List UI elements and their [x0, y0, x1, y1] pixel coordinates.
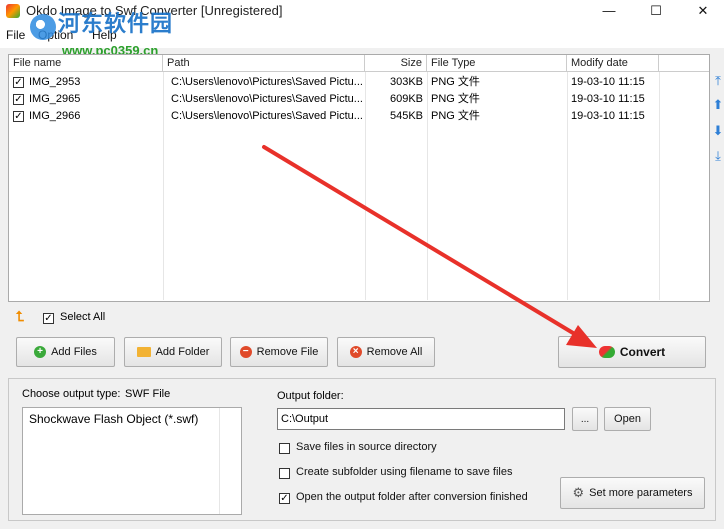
- file-list[interactable]: File name Path Size File Type Modify dat…: [8, 54, 710, 302]
- browse-button[interactable]: ...: [572, 407, 598, 431]
- row-size: 303KB: [389, 76, 423, 88]
- plus-icon: +: [34, 346, 47, 358]
- row-file-type: PNG 文件: [431, 76, 480, 88]
- list-item[interactable]: Shockwave Flash Object (*.swf): [23, 410, 220, 428]
- row-path: C:\Users\lenovo\Pictures\Saved Pictu...: [171, 76, 363, 88]
- open-label: Open: [614, 413, 641, 425]
- column-header-filler: [659, 55, 709, 72]
- open-output-folder-checkbox[interactable]: ✓: [279, 493, 290, 504]
- table-row[interactable]: ✓ IMG_2966 C:\Users\lenovo\Pictures\Save…: [9, 108, 707, 125]
- output-type-option: Shockwave Flash Object (*.swf): [29, 412, 199, 426]
- open-button[interactable]: Open: [604, 407, 651, 431]
- menu-file[interactable]: File: [6, 28, 25, 42]
- row-modify-date: 19-03-10 11:15: [571, 76, 645, 88]
- save-in-source-checkbox[interactable]: [279, 443, 290, 454]
- column-header-path[interactable]: Path: [163, 55, 365, 72]
- minimize-button[interactable]: —: [586, 0, 632, 22]
- table-row[interactable]: ✓ IMG_2965 C:\Users\lenovo\Pictures\Save…: [9, 91, 707, 108]
- add-folder-button[interactable]: Add Folder: [124, 337, 222, 367]
- row-file-name: IMG_2965: [29, 93, 81, 105]
- create-subfolder-checkbox[interactable]: [279, 468, 290, 479]
- row-file-type: PNG 文件: [431, 110, 480, 122]
- row-modify-date: 19-03-10 11:15: [571, 93, 645, 105]
- app-icon: [6, 4, 20, 18]
- move-up-icon[interactable]: ⬆: [712, 98, 724, 112]
- row-file-name: IMG_2953: [29, 76, 81, 88]
- remove-file-button[interactable]: − Remove File: [230, 337, 328, 367]
- remove-all-label: Remove All: [366, 346, 423, 358]
- row-path: C:\Users\lenovo\Pictures\Saved Pictu...: [171, 93, 363, 105]
- folder-icon: [136, 347, 151, 357]
- output-type-label: Choose output type:: [22, 388, 121, 400]
- set-more-parameters-button[interactable]: ⚙ Set more parameters: [560, 477, 705, 509]
- row-size: 609KB: [389, 93, 423, 105]
- convert-icon: [598, 346, 615, 358]
- add-folder-label: Add Folder: [155, 346, 210, 358]
- output-type-list[interactable]: Shockwave Flash Object (*.swf): [22, 407, 242, 515]
- move-top-icon[interactable]: ⤒: [712, 74, 724, 88]
- convert-label: Convert: [619, 345, 666, 359]
- add-files-label: Add Files: [51, 346, 97, 358]
- output-folder-input[interactable]: [277, 408, 565, 430]
- remove-file-label: Remove File: [256, 346, 319, 358]
- minus-icon: −: [239, 346, 252, 358]
- remove-all-icon: ×: [349, 346, 362, 358]
- row-size: 545KB: [389, 110, 423, 122]
- row-modify-date: 19-03-10 11:15: [571, 110, 645, 122]
- select-all-label: Select All: [60, 311, 106, 323]
- remove-all-button[interactable]: × Remove All: [337, 337, 435, 367]
- column-header-type[interactable]: File Type: [427, 55, 567, 72]
- watermark-text: 河东软件园: [58, 11, 174, 36]
- row-checkbox[interactable]: ✓: [13, 77, 24, 88]
- move-bottom-icon[interactable]: ⤓: [712, 149, 724, 163]
- column-header-size[interactable]: Size: [365, 55, 427, 72]
- column-header-date[interactable]: Modify date: [567, 55, 659, 72]
- add-files-button[interactable]: + Add Files: [16, 337, 115, 367]
- row-file-type: PNG 文件: [431, 93, 480, 105]
- watermark-logo-icon: [30, 14, 56, 40]
- select-all-checkbox[interactable]: ✓: [43, 313, 54, 324]
- row-file-name: IMG_2966: [29, 110, 81, 122]
- save-in-source-label: Save files in source directory: [296, 441, 437, 453]
- convert-button[interactable]: Convert: [558, 336, 706, 368]
- row-path: C:\Users\lenovo\Pictures\Saved Pictu...: [171, 110, 363, 122]
- output-type-value: SWF File: [125, 388, 171, 400]
- move-down-icon[interactable]: ⬇: [712, 124, 724, 138]
- list-divider: [219, 408, 220, 514]
- close-button[interactable]: ✕: [680, 0, 724, 22]
- output-folder-label: Output folder:: [277, 390, 344, 402]
- set-more-parameters-label: Set more parameters: [589, 487, 693, 499]
- column-header-name[interactable]: File name: [9, 55, 163, 72]
- open-output-folder-label: Open the output folder after conversion …: [296, 491, 528, 503]
- row-checkbox[interactable]: ✓: [13, 111, 24, 122]
- create-subfolder-label: Create subfolder using filename to save …: [296, 466, 513, 478]
- gear-icon: ⚙: [572, 485, 585, 500]
- row-checkbox[interactable]: ✓: [13, 94, 24, 105]
- maximize-button[interactable]: ☐: [633, 0, 679, 22]
- table-row[interactable]: ✓ IMG_2953 C:\Users\lenovo\Pictures\Save…: [9, 74, 707, 91]
- up-folder-icon[interactable]: ⮤: [16, 309, 24, 323]
